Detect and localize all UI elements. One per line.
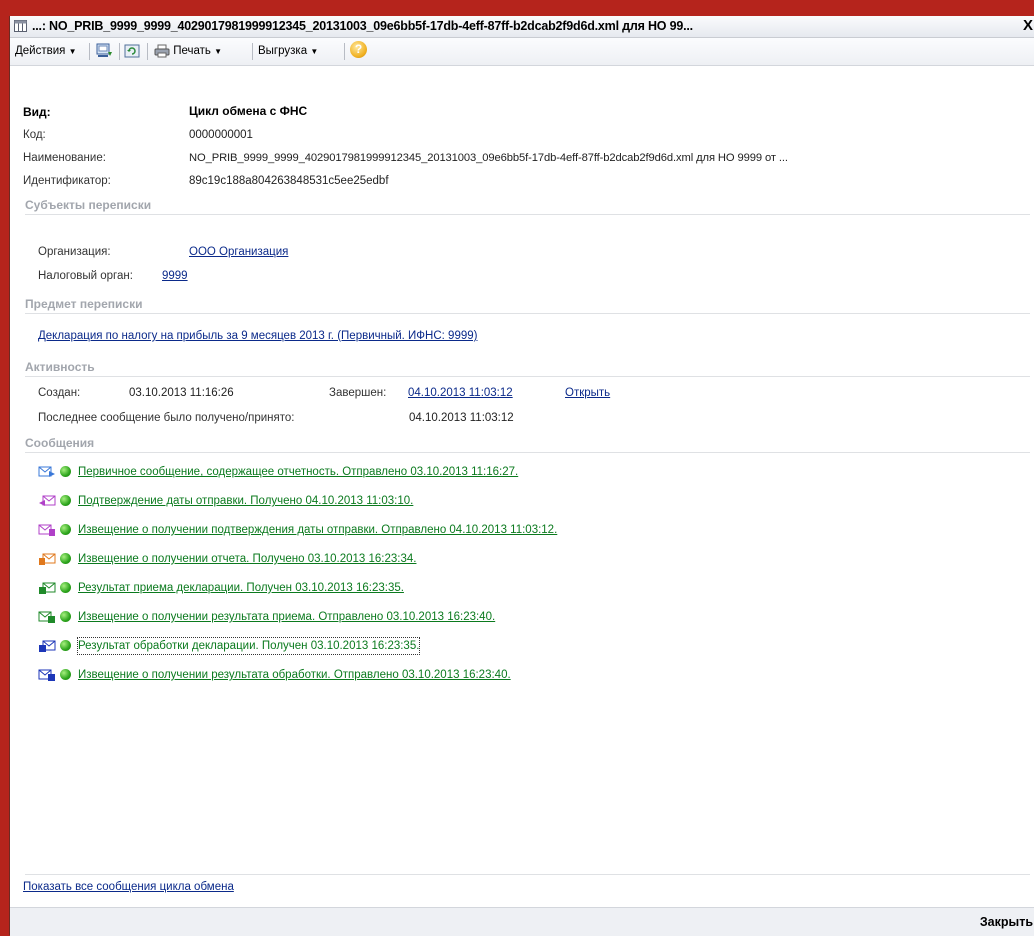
toolbar-separator: [344, 43, 345, 60]
status-ok-icon: [60, 553, 71, 564]
printer-icon: [154, 44, 170, 58]
toolbar: Действия ▼ Печать ▼ Выгрузка ▼ ?: [10, 38, 1034, 66]
messages-section-title: Сообщения: [25, 436, 95, 450]
last-message-label: Последнее сообщение было получено/принят…: [38, 412, 295, 424]
window-title: ...: NO_PRIB_9999_9999_40290179819999123…: [32, 19, 693, 33]
help-button[interactable]: ?: [350, 41, 367, 58]
message-link-focused[interactable]: Результат обработки декларации. Получен …: [76, 637, 421, 655]
refresh-button[interactable]: [124, 43, 140, 60]
subject-matter-section-title: Предмет переписки: [25, 297, 143, 311]
toolbar-separator: [147, 43, 148, 60]
section-divider: [25, 313, 1030, 314]
export-menu-button[interactable]: Выгрузка ▼: [258, 43, 318, 60]
envelope-receive-navy-icon: [39, 640, 56, 652]
message-link[interactable]: Подтверждение даты отправки. Получено 04…: [78, 493, 413, 509]
code-value: 0000000001: [189, 129, 253, 141]
envelope-receive-orange-icon: [39, 553, 56, 565]
close-window-button[interactable]: X: [1023, 17, 1033, 35]
envelope-send-green-icon: [38, 611, 55, 623]
exchange-cycle-window: ...: NO_PRIB_9999_9999_40290179819999123…: [9, 16, 1034, 936]
envelope-receive-purple-icon: [39, 495, 56, 506]
section-divider: [25, 214, 1030, 215]
export-label: Выгрузка: [258, 45, 308, 57]
name-label: Наименование:: [23, 152, 106, 164]
section-divider: [25, 376, 1030, 377]
status-ok-icon: [60, 582, 71, 593]
section-divider: [25, 452, 1030, 453]
footer-bar: Закрыть: [10, 907, 1034, 936]
dropdown-arrow-icon: ▼: [214, 47, 223, 56]
finished-date-link[interactable]: 04.10.2013 11:03:12: [408, 387, 513, 399]
message-link[interactable]: Извещение о получении подтверждения даты…: [78, 522, 557, 538]
envelope-send-purple-icon: [38, 524, 55, 536]
status-ok-icon: [60, 466, 71, 477]
kind-label: Вид:: [23, 105, 51, 119]
toolbar-separator: [119, 43, 120, 60]
tax-authority-label: Налоговый орган:: [38, 270, 133, 282]
activity-section-header: Активность: [25, 360, 1030, 377]
created-value: 03.10.2013 11:16:26: [129, 387, 234, 399]
message-link[interactable]: Извещение о получении результата обработ…: [78, 667, 511, 683]
envelope-send-blue-icon: [38, 466, 55, 477]
messages-section-header: Сообщения: [25, 436, 1030, 453]
status-ok-icon: [60, 640, 71, 651]
print-label: Печать: [173, 45, 211, 57]
status-ok-icon: [60, 611, 71, 622]
tax-authority-link[interactable]: 9999: [162, 270, 188, 282]
code-label: Код:: [23, 129, 46, 141]
organization-label: Организация:: [38, 246, 111, 258]
open-link[interactable]: Открыть: [565, 387, 610, 399]
actions-label: Действия: [15, 45, 66, 57]
finished-label: Завершен:: [329, 387, 387, 399]
actions-menu-button[interactable]: Действия ▼: [15, 43, 77, 60]
title-bar: ...: NO_PRIB_9999_9999_40290179819999123…: [10, 16, 1034, 38]
save-icon: [96, 43, 112, 57]
activity-section-title: Активность: [25, 360, 95, 374]
envelope-receive-green-icon: [39, 582, 56, 594]
declaration-link[interactable]: Декларация по налогу на прибыль за 9 мес…: [38, 330, 477, 342]
print-menu-button[interactable]: Печать ▼: [154, 43, 222, 60]
message-link[interactable]: Извещение о получении отчета. Получено 0…: [78, 551, 416, 567]
name-value: NO_PRIB_9999_9999_4029017981999912345_20…: [189, 152, 788, 164]
close-button[interactable]: Закрыть: [980, 915, 1033, 929]
status-ok-icon: [60, 524, 71, 535]
message-link[interactable]: Извещение о получении результата приема.…: [78, 609, 495, 625]
organization-link[interactable]: ООО Организация: [189, 246, 288, 258]
subjects-section-header: Субъекты переписки: [25, 198, 1030, 215]
dropdown-arrow-icon: ▼: [310, 47, 319, 56]
status-ok-icon: [60, 669, 71, 680]
envelope-send-navy-icon: [38, 669, 55, 681]
kind-value: Цикл обмена с ФНС: [189, 104, 308, 118]
subject-matter-section-header: Предмет переписки: [25, 297, 1030, 314]
status-ok-icon: [60, 495, 71, 506]
footer-divider: [25, 874, 1030, 875]
subjects-section-title: Субъекты переписки: [25, 198, 152, 212]
save-to-file-button[interactable]: [96, 43, 113, 60]
show-all-messages-link[interactable]: Показать все сообщения цикла обмена: [23, 881, 234, 893]
toolbar-separator: [252, 43, 253, 60]
identifier-value: 89c19c188a804263848531c5ee25edbf: [189, 175, 389, 187]
message-link[interactable]: Первичное сообщение, содержащее отчетнос…: [78, 464, 518, 480]
last-message-value: 04.10.2013 11:03:12: [409, 412, 514, 424]
table-icon: [14, 20, 27, 32]
dropdown-arrow-icon: ▼: [68, 47, 77, 56]
help-icon: ?: [350, 41, 367, 58]
refresh-icon: [124, 44, 140, 58]
message-link[interactable]: Результат приема декларации. Получен 03.…: [78, 580, 404, 596]
identifier-label: Идентификатор:: [23, 175, 111, 187]
created-label: Создан:: [38, 387, 81, 399]
toolbar-separator: [89, 43, 90, 60]
